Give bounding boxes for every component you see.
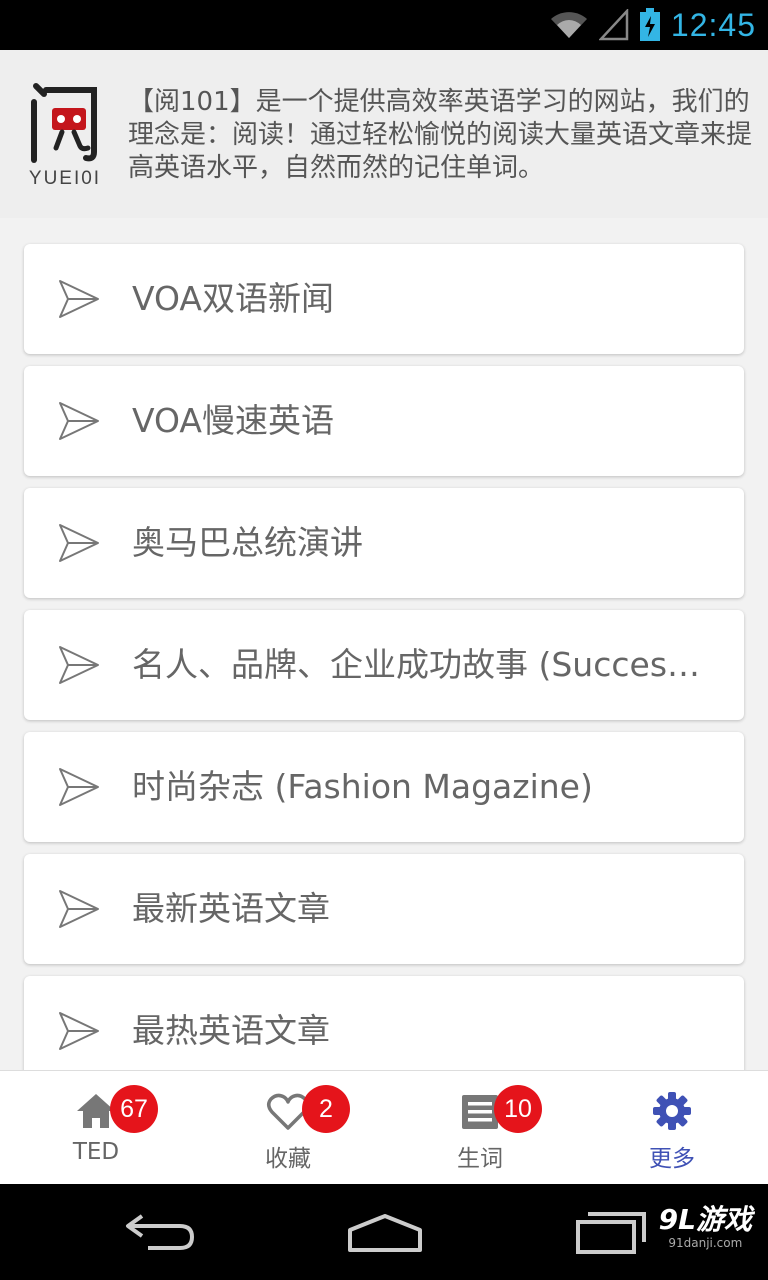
intro-text: 【阅101】是一个提供高效率英语学习的网站，我们的理念是：阅读！通过轻松愉悦的阅… bbox=[128, 87, 753, 183]
send-icon bbox=[59, 280, 99, 318]
category-item-hot-articles[interactable]: 最热英语文章 bbox=[24, 976, 744, 1070]
category-list: VOA双语新闻 VOA慢速英语 奥马巴总统演讲 名人、品牌、企业成功故事 (Su… bbox=[0, 218, 768, 1070]
tab-badge: 67 bbox=[110, 1085, 158, 1133]
tab-label: 生词 bbox=[457, 1146, 503, 1172]
category-item-voa-slow-english[interactable]: VOA慢速英语 bbox=[24, 366, 744, 476]
category-item-fashion-magazine[interactable]: 时尚杂志 (Fashion Magazine) bbox=[24, 732, 744, 842]
tab-badge: 10 bbox=[494, 1085, 542, 1133]
tab-label: 收藏 bbox=[265, 1146, 311, 1172]
tab-ted[interactable]: 67 TED bbox=[0, 1071, 192, 1185]
wifi-icon bbox=[550, 12, 587, 38]
send-icon bbox=[59, 768, 99, 806]
system-nav-bar: 9L游戏 91danji.com bbox=[0, 1184, 768, 1280]
app-logo: YUEI0I bbox=[22, 80, 108, 190]
category-label: 时尚杂志 (Fashion Magazine) bbox=[132, 767, 593, 806]
send-icon bbox=[59, 402, 99, 440]
category-label: VOA双语新闻 bbox=[132, 279, 334, 318]
tab-label: 更多 bbox=[649, 1146, 695, 1172]
recents-icon[interactable] bbox=[570, 1204, 660, 1260]
app-header: YUEI0I 【阅101】是一个提供高效率英语学习的网站，我们的理念是：阅读！通… bbox=[0, 50, 768, 218]
gear-icon bbox=[653, 1092, 691, 1130]
signal-icon bbox=[598, 9, 629, 41]
category-item-success-stories[interactable]: 名人、品牌、企业成功故事 (Success Stories) bbox=[24, 610, 744, 720]
category-label: 奥马巴总统演讲 bbox=[132, 523, 363, 562]
tab-favorites[interactable]: 2 收藏 bbox=[192, 1071, 384, 1185]
tab-badge: 2 bbox=[302, 1085, 350, 1133]
logo-glyph-icon bbox=[31, 83, 97, 163]
logo-text: YUEI0I bbox=[28, 168, 102, 189]
category-item-latest-articles[interactable]: 最新英语文章 bbox=[24, 854, 744, 964]
battery-charging-icon bbox=[639, 8, 660, 41]
send-icon bbox=[59, 524, 99, 562]
clock: 12:45 bbox=[670, 6, 756, 43]
watermark-url: 91danji.com bbox=[668, 1236, 743, 1250]
tab-label: TED bbox=[72, 1139, 120, 1165]
watermark-text: 9L游戏 bbox=[658, 1203, 752, 1236]
bottom-tab-bar: 67 TED 2 收藏 10 生词 更多 bbox=[0, 1070, 768, 1184]
back-icon[interactable] bbox=[118, 1204, 208, 1260]
send-icon bbox=[59, 646, 99, 684]
category-label: 最热英语文章 bbox=[132, 1011, 330, 1050]
tab-vocabulary[interactable]: 10 生词 bbox=[384, 1071, 576, 1185]
category-item-voa-bilingual-news[interactable]: VOA双语新闻 bbox=[24, 244, 744, 354]
home-nav-icon[interactable] bbox=[340, 1204, 430, 1260]
category-label: 最新英语文章 bbox=[132, 889, 330, 928]
category-label: 名人、品牌、企业成功故事 (Success Stories) bbox=[132, 645, 708, 684]
send-icon bbox=[59, 1012, 99, 1050]
send-icon bbox=[59, 890, 99, 928]
status-bar: 12:45 bbox=[0, 0, 768, 50]
status-icons: 12:45 bbox=[549, 0, 756, 50]
watermark: 9L游戏 91danji.com bbox=[658, 1203, 752, 1251]
category-item-president-speeches[interactable]: 奥马巴总统演讲 bbox=[24, 488, 744, 598]
category-label: VOA慢速英语 bbox=[132, 401, 334, 440]
tab-more[interactable]: 更多 bbox=[576, 1071, 768, 1185]
